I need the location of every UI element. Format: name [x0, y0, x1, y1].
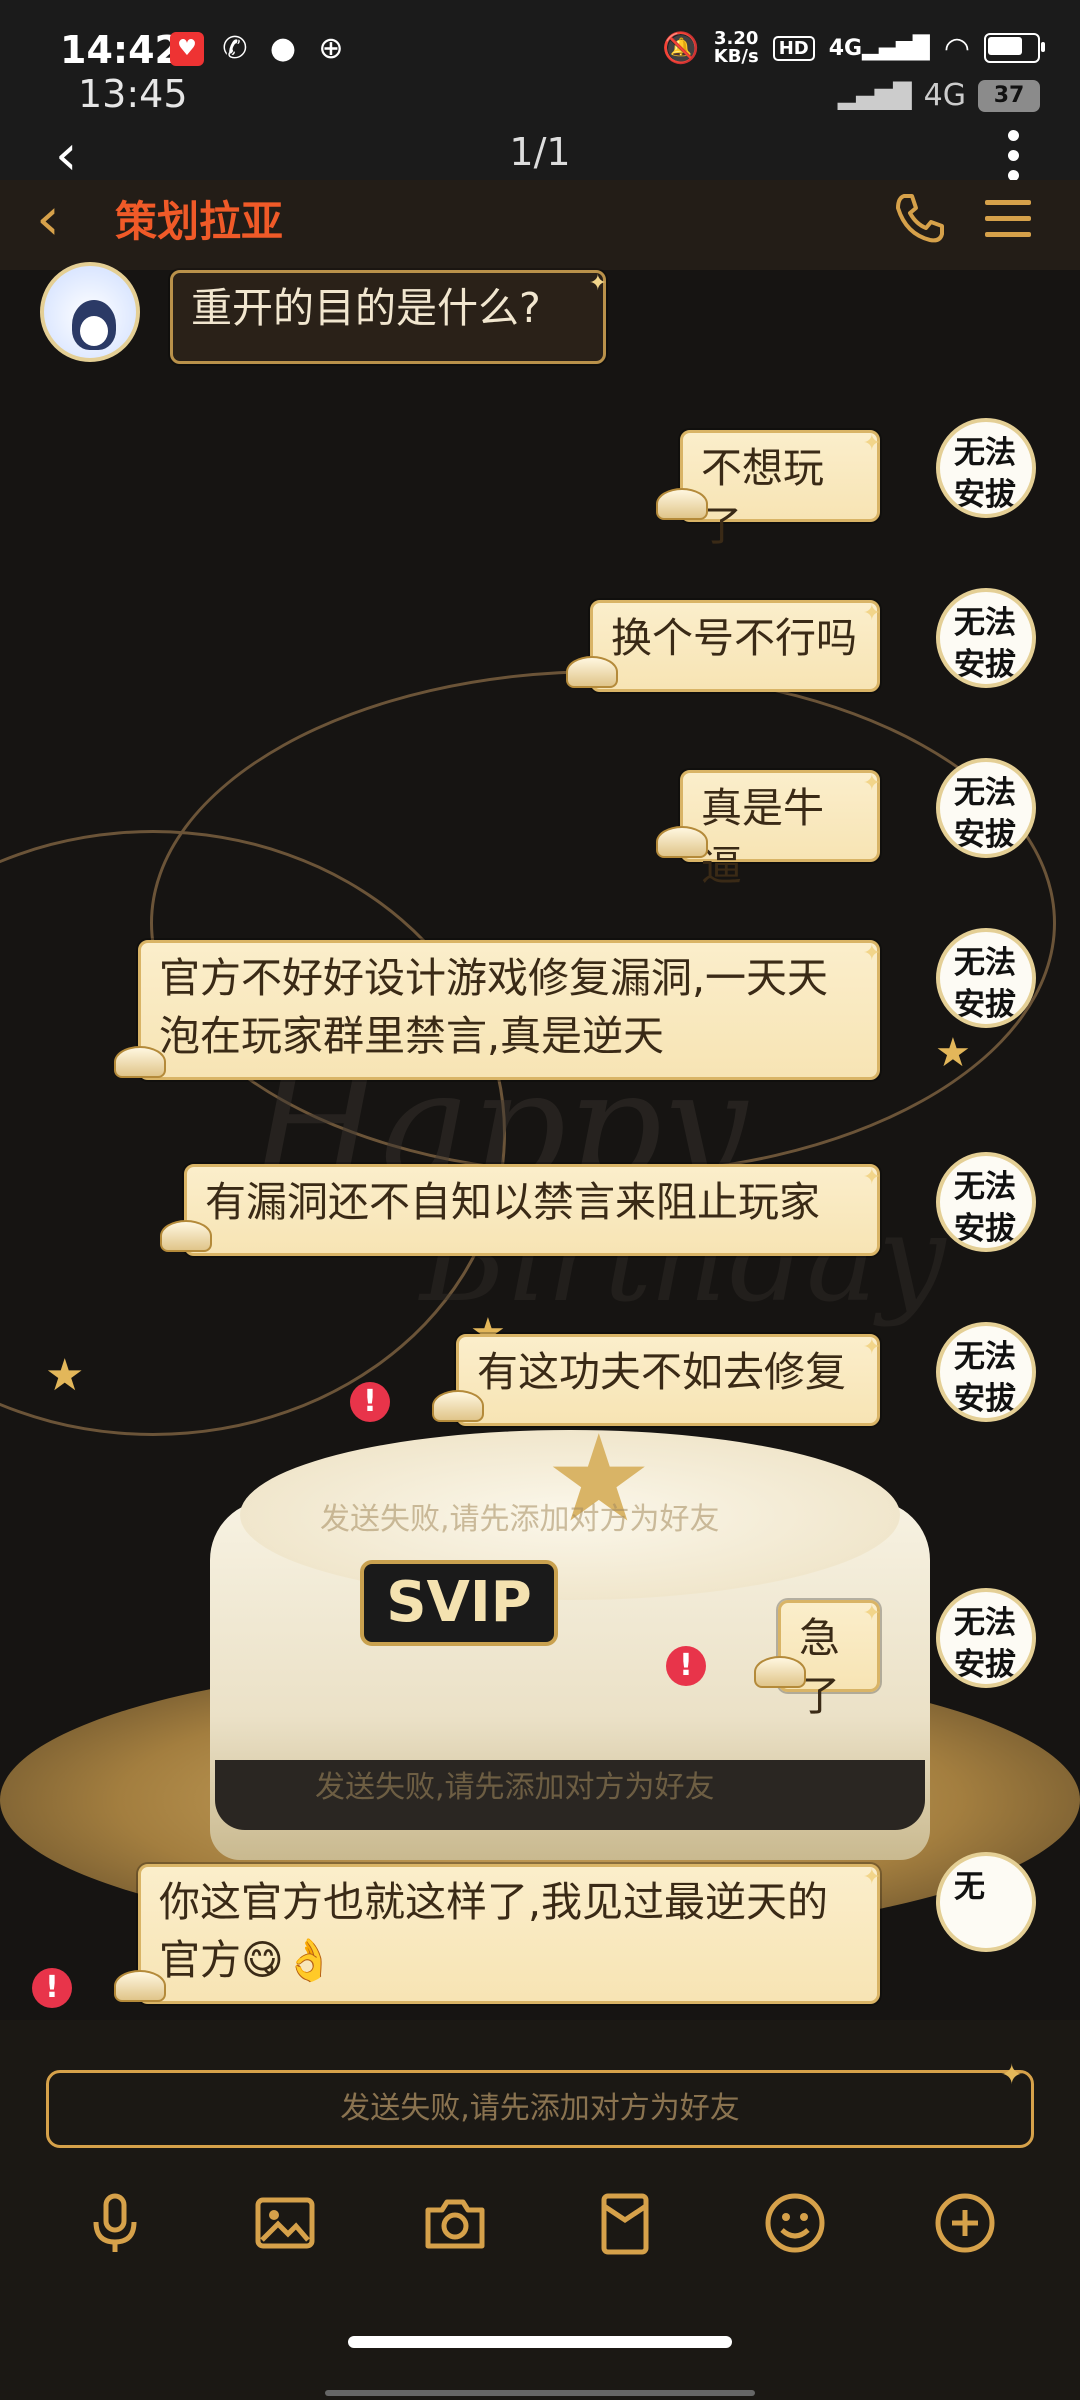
message-bubble-outgoing[interactable]: 你这官方也就这样了,我见过最逆天的官方😋👌 — [138, 1849, 881, 2004]
message-bubble-outgoing[interactable]: 官方不好好设计游戏修复漏洞,一天天泡在玩家群里禁言,真是逆天 — [138, 925, 881, 1080]
message-input[interactable]: 发送失败,请先添加对方为好友 — [46, 2070, 1034, 2148]
home-indicator[interactable] — [348, 2336, 732, 2348]
microphone-icon[interactable] — [80, 2188, 150, 2258]
message-text: 有漏洞还不自知以禁言来阻止玩家 — [205, 1178, 820, 1226]
message-bubble-outgoing[interactable]: 不想玩了 — [680, 415, 881, 550]
message-bubble-outgoing[interactable]: 真是牛逼 — [680, 755, 881, 890]
my-avatar[interactable]: 无法 安拔 — [936, 588, 1036, 688]
star-decoration: ★ — [935, 1030, 971, 1076]
bubble-cake-decoration — [566, 656, 618, 688]
send-failed-notice: 发送失败,请先添加对方为好友 — [320, 1502, 720, 1537]
app-notification-icon: ♥ — [170, 32, 204, 66]
send-failed-notice: 发送失败,请先添加对方为好友 — [315, 1770, 715, 1805]
send-failed-icon[interactable]: ! — [32, 1968, 72, 2008]
avatar-text: 无法 安拔 — [954, 945, 1016, 1023]
send-failed-icon[interactable]: ! — [350, 1382, 390, 1422]
missed-call-icon: ✆ — [222, 31, 248, 66]
status-time: 14:42 — [60, 28, 181, 72]
message-text: 你这官方也就这样了,我见过最逆天的官方😋👌 — [159, 1878, 829, 1984]
viewer-page-counter: 1/1 — [509, 130, 571, 174]
cell-signal-icon: 4G▂▄▆█ — [828, 35, 930, 61]
mute-icon: 🔕 — [662, 30, 700, 66]
avatar-text: 无 — [954, 1869, 985, 1905]
bubble-cake-decoration — [656, 488, 708, 520]
chat-title: 策划拉亚 — [115, 197, 284, 246]
my-avatar[interactable]: 无 — [936, 1852, 1036, 1952]
battery-level-badge: 37 — [978, 79, 1040, 112]
my-avatar[interactable]: 无法 安拔 — [936, 1322, 1036, 1422]
my-avatar[interactable]: 无法 安拔 — [936, 418, 1036, 518]
message-bubble-outgoing[interactable]: 换个号不行吗 — [590, 585, 881, 692]
network-type-label: 4G — [923, 78, 966, 113]
bubble-cake-decoration — [754, 1656, 806, 1688]
avatar-text: 无法 安拔 — [954, 435, 1016, 513]
svip-badge-decoration: SVIP — [360, 1560, 558, 1646]
my-avatar[interactable]: 无法 安拔 — [936, 928, 1036, 1028]
status-right-icons: 🔕 3.20 KB/s HD 4G▂▄▆█ ◠ — [662, 28, 1045, 67]
star-decoration: ★ — [45, 1350, 85, 1401]
emoji-icon[interactable] — [760, 2188, 830, 2258]
red-packet-icon[interactable] — [590, 2188, 660, 2258]
message-bubble-incoming[interactable]: 重开的目的是什么? — [170, 255, 607, 364]
image-icon[interactable] — [250, 2188, 320, 2258]
wifi-icon: ◠ — [943, 30, 970, 66]
gesture-bar — [325, 2390, 755, 2396]
cell-signal-icon-2: ▂▄▆█ — [837, 81, 912, 110]
message-text: 重开的目的是什么? — [191, 284, 541, 332]
my-avatar[interactable]: 无法 安拔 — [936, 1588, 1036, 1688]
network-speed: 3.20 KB/s — [713, 28, 759, 67]
bubble-cake-decoration — [656, 826, 708, 858]
penguin-belly — [80, 316, 108, 346]
input-decoration-icon: ✦ — [1000, 2058, 1024, 2091]
status-notification-icons: ♥ ✆ ● ⊕ — [170, 32, 348, 66]
send-failed-icon[interactable]: ! — [666, 1646, 706, 1686]
phone-icon[interactable] — [890, 188, 950, 248]
avatar-text: 无法 安拔 — [954, 605, 1016, 683]
message-text: 换个号不行吗 — [611, 614, 857, 662]
avatar-text: 无法 安拔 — [954, 1605, 1016, 1683]
camera-icon[interactable] — [420, 2188, 490, 2258]
message-bubble-outgoing[interactable]: 有漏洞还不自知以禁言来阻止玩家 — [184, 1149, 881, 1256]
contact-avatar[interactable] — [40, 262, 140, 362]
my-avatar[interactable]: 无法 安拔 — [936, 1152, 1036, 1252]
avatar-text: 无法 安拔 — [954, 775, 1016, 853]
my-avatar[interactable]: 无法 安拔 — [936, 758, 1036, 858]
plus-icon[interactable] — [930, 2188, 1000, 2258]
status-secondary-right: ▂▄▆█ 4G 37 — [838, 78, 1040, 113]
bubble-cake-decoration — [114, 1046, 166, 1078]
bubble-cake-decoration — [160, 1220, 212, 1252]
message-text: 官方不好好设计游戏修复漏洞,一天天泡在玩家群里禁言,真是逆天 — [159, 954, 829, 1060]
avatar-text: 无法 安拔 — [954, 1339, 1016, 1417]
vpn-icon: ⊕ — [318, 31, 344, 66]
battery-icon — [984, 33, 1045, 63]
hd-badge: HD — [772, 35, 815, 61]
bubble-cake-decoration — [114, 1970, 166, 2002]
message-text: 有这功夫不如去修复 — [477, 1348, 846, 1396]
message-bubble-outgoing[interactable]: 有这功夫不如去修复 — [456, 1319, 881, 1426]
back-button[interactable]: ‹ — [36, 184, 60, 254]
avatar-text: 无法 安拔 — [954, 1169, 1016, 1247]
bubble-cake-decoration — [432, 1390, 484, 1422]
menu-icon[interactable] — [985, 200, 1031, 248]
message-bubble-icon: ● — [269, 31, 297, 66]
status-time-secondary: 13:45 — [78, 72, 188, 116]
